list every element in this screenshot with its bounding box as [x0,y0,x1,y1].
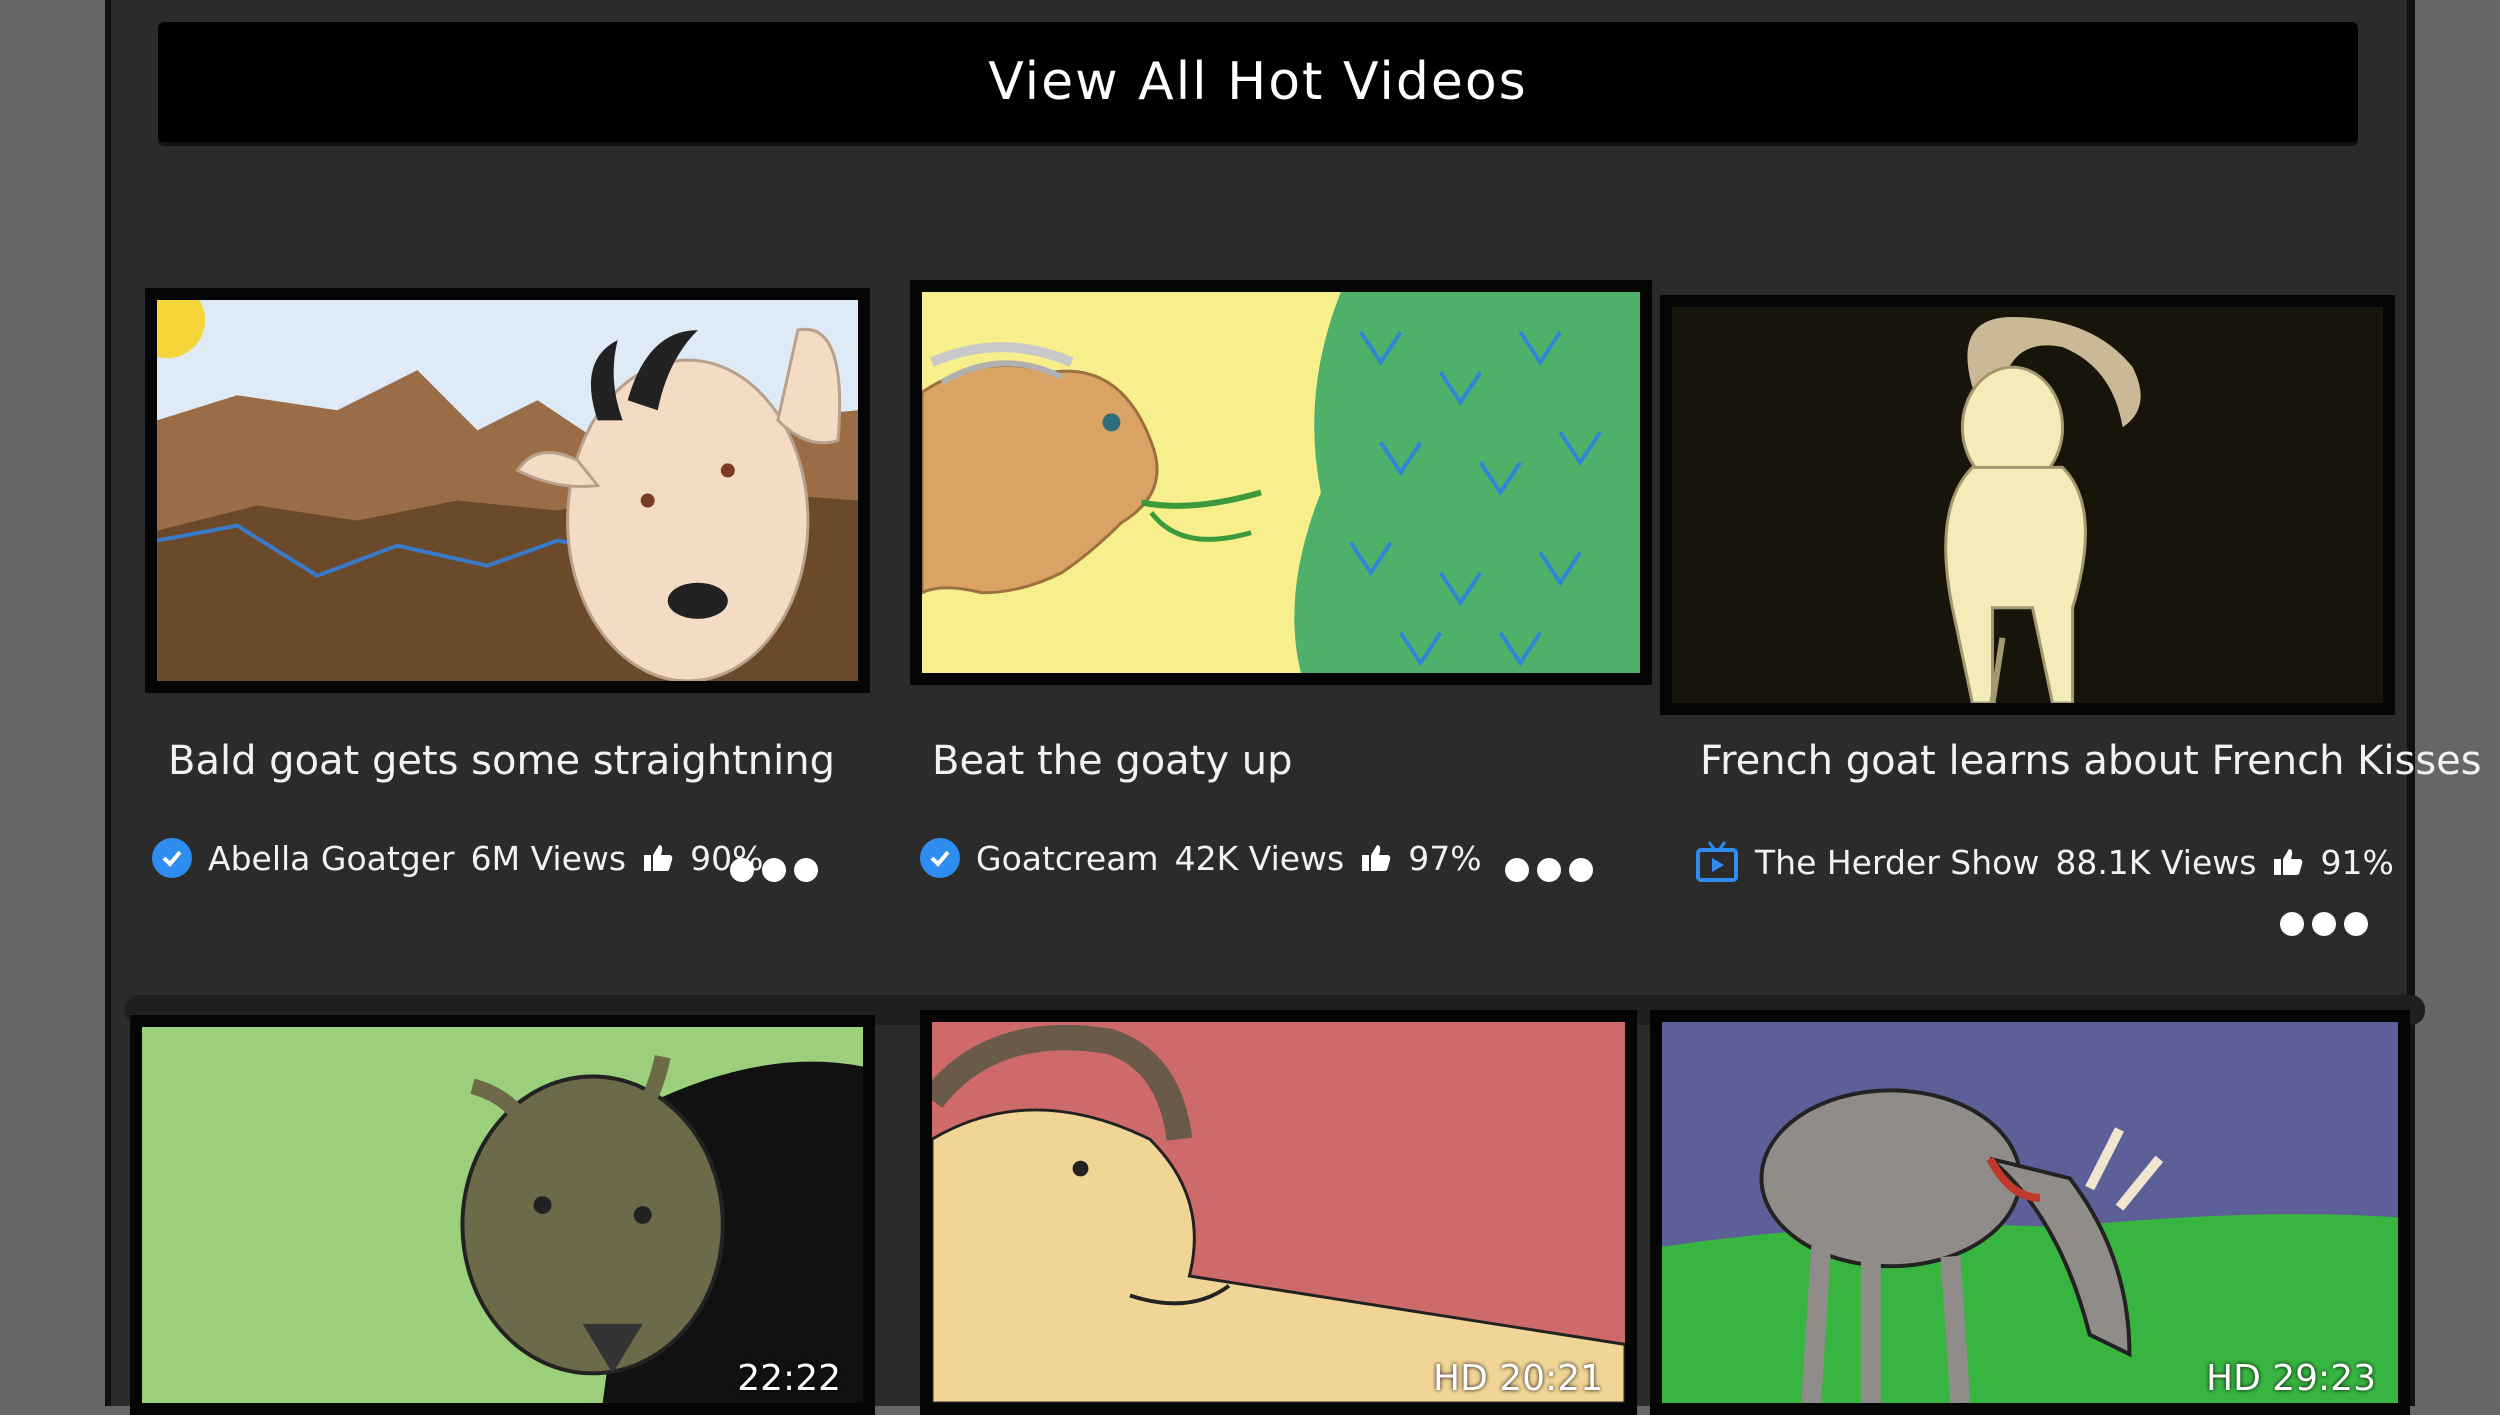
view-count-3: 88.1K Views [2055,842,2257,882]
video-thumbnail-5[interactable]: HD 20:21 [920,1010,1637,1415]
video-duration-6: HD 29:23 [2206,1358,2376,1399]
tv-icon [1695,840,1739,884]
channel-name-3[interactable]: The Herder Show [1755,843,2039,882]
channel-name-2[interactable]: Goatcream [976,839,1159,878]
more-options-button-2[interactable] [1505,858,1593,882]
rating-3: 91% [2320,842,2394,882]
video-thumbnail-2[interactable] [910,280,1652,685]
black-goat-illustration [142,1027,863,1403]
thumbs-up-icon [2272,846,2304,878]
more-options-button-1[interactable] [730,858,818,882]
video-meta-2: Goatcream 42K Views 97% [920,838,1482,878]
video-title-2[interactable]: Beat the goaty up [932,738,1293,784]
video-thumbnail-4[interactable]: 22:22 [130,1015,875,1415]
video-title-1[interactable]: Bald goat gets some straightning [168,738,835,784]
view-all-hot-videos-button[interactable]: View All Hot Videos [158,22,2358,142]
video-meta-1: Abella Goatger 6M Views 90% [152,838,763,878]
video-thumbnail-6[interactable]: HD 29:23 [1650,1010,2410,1415]
mountain-goat-illustration [157,300,858,681]
more-options-button-3[interactable] [2280,912,2368,936]
view-count-2: 42K Views [1174,838,1345,878]
header-title: View All Hot Videos [988,52,1528,112]
long-hair-goat-illustration [932,1022,1625,1403]
video-thumbnail-3[interactable] [1660,295,2395,715]
video-duration-4: 22:22 [737,1358,841,1399]
video-meta-3: The Herder Show 88.1K Views 91% [1695,840,2394,884]
verified-check-icon [920,838,960,878]
video-duration-5: HD 20:21 [1433,1358,1603,1399]
ibex-goat-illustration [1672,307,2383,703]
grey-grazing-goat-illustration [1662,1022,2398,1403]
channel-name-1[interactable]: Abella Goatger [208,839,455,878]
video-thumbnail-1[interactable] [145,288,870,693]
goat-eating-leaves-illustration [922,292,1640,673]
thumbs-up-icon [642,842,674,874]
thumbs-up-icon [1360,842,1392,874]
video-title-3[interactable]: French goat learns about French Kisses [1700,738,2482,784]
rating-2: 97% [1408,838,1482,878]
verified-check-icon [152,838,192,878]
view-count-1: 6M Views [470,838,627,878]
